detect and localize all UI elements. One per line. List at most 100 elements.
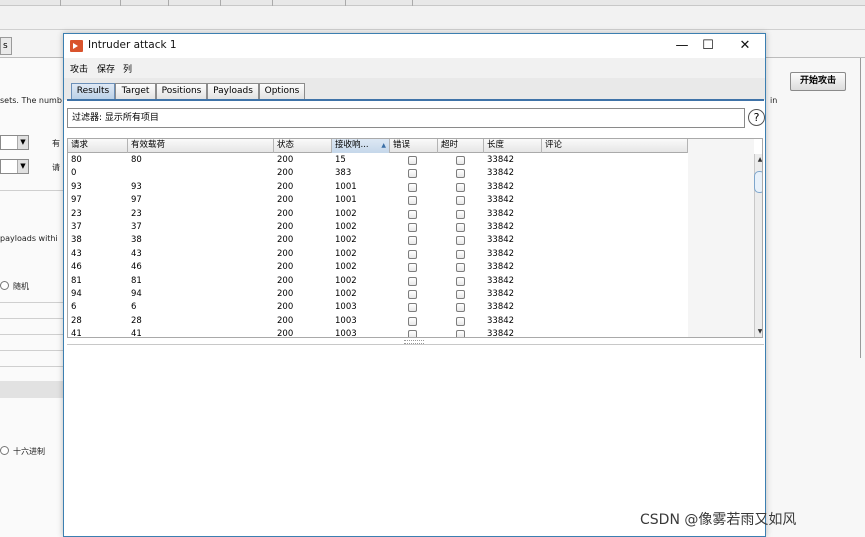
title-bar[interactable]: Intruder attack 1 — ☐ ✕ xyxy=(64,34,765,58)
cell-request: 38 xyxy=(71,235,82,246)
timeout-checkbox xyxy=(456,316,465,326)
column-header-timeout[interactable]: 超时 xyxy=(438,139,484,153)
error-checkbox xyxy=(408,209,417,219)
error-checkbox xyxy=(408,223,417,232)
cell-length: 33842 xyxy=(487,275,515,286)
table-row[interactable]: 93 93 200 1001 33842 xyxy=(68,181,688,194)
cell-status: 200 xyxy=(277,168,294,179)
cell-request: 80 xyxy=(71,155,82,165)
cell-length: 33842 xyxy=(487,208,515,219)
scroll-up-icon[interactable]: ▲ xyxy=(756,156,762,164)
scrollbar-thumb[interactable] xyxy=(754,171,762,193)
maximize-button[interactable]: ☐ xyxy=(694,36,722,56)
cell-request: 94 xyxy=(71,289,82,299)
background-right-panel xyxy=(765,58,865,537)
column-header-comment[interactable]: 评论 xyxy=(542,139,688,153)
table-empty-area xyxy=(688,139,754,337)
cell-status: 200 xyxy=(277,315,294,326)
column-header-error[interactable]: 错误 xyxy=(390,139,438,153)
cell-length: 33842 xyxy=(487,168,515,179)
table-row[interactable]: 97 97 200 1001 33842 xyxy=(68,194,688,207)
timeout-checkbox xyxy=(456,249,465,259)
cell-request: 6 xyxy=(71,302,77,313)
background-selected-row xyxy=(0,381,64,398)
vertical-scrollbar[interactable]: ▲ ▼ xyxy=(754,154,762,337)
cell-request: 0 xyxy=(71,168,77,179)
cell-payload: 97 xyxy=(131,195,142,206)
timeout-checkbox xyxy=(456,209,465,219)
error-checkbox xyxy=(408,156,417,165)
radio-hex-label: 十六进制 xyxy=(13,447,45,456)
timeout-checkbox xyxy=(456,330,465,337)
table-header: 请求 有效载荷 状态 接收响... ▲ 错误 超时 长度 评论 xyxy=(68,139,688,153)
cell-received: 1002 xyxy=(335,248,357,259)
cell-payload: 81 xyxy=(131,275,142,286)
filter-bar[interactable]: 过滤器: 显示所有项目 xyxy=(67,108,745,128)
scroll-down-icon[interactable]: ▼ xyxy=(756,328,762,336)
table-row[interactable]: 43 43 200 1002 33842 xyxy=(68,248,688,261)
column-header-received[interactable]: 接收响... ▲ xyxy=(332,139,390,153)
timeout-checkbox xyxy=(456,223,465,232)
background-left-tab[interactable]: s xyxy=(0,37,12,55)
cell-received: 1002 xyxy=(335,262,357,273)
table-row[interactable]: 41 41 200 1003 33842 xyxy=(68,328,688,338)
table-row[interactable]: 38 38 200 1002 33842 xyxy=(68,234,688,247)
cell-payload: 37 xyxy=(131,222,142,232)
tab-positions[interactable]: Positions xyxy=(156,83,207,100)
help-icon[interactable]: ? xyxy=(748,109,765,126)
menu-attack[interactable]: 攻击 xyxy=(70,62,88,75)
cell-received: 1003 xyxy=(335,329,357,338)
cell-request: 28 xyxy=(71,315,82,326)
divider xyxy=(0,318,64,319)
cell-payload: 6 xyxy=(131,302,137,313)
cell-received: 1003 xyxy=(335,315,357,326)
menu-columns[interactable]: 列 xyxy=(123,62,132,75)
payload-set-dropdown[interactable]: ▼ xyxy=(0,135,29,150)
cell-request: 97 xyxy=(71,195,82,206)
timeout-checkbox xyxy=(456,236,465,246)
cell-payload: 94 xyxy=(131,289,142,299)
cell-length: 33842 xyxy=(487,155,515,165)
timeout-checkbox xyxy=(456,276,465,286)
cell-received: 1002 xyxy=(335,235,357,246)
column-header-payload[interactable]: 有效载荷 xyxy=(128,139,274,153)
error-checkbox xyxy=(408,236,417,246)
column-header-received-label: 接收响... xyxy=(335,140,369,150)
results-table: 请求 有效载荷 状态 接收响... ▲ 错误 超时 长度 评论 80 80 20… xyxy=(67,138,763,338)
cell-length: 33842 xyxy=(487,195,515,206)
column-header-request[interactable]: 请求 xyxy=(68,139,128,153)
close-button[interactable]: ✕ xyxy=(731,36,759,56)
table-row[interactable]: 80 80 200 15 33842 xyxy=(68,154,688,167)
burp-app-icon xyxy=(70,40,83,52)
cell-status: 200 xyxy=(277,289,294,299)
cell-status: 200 xyxy=(277,181,294,192)
table-row[interactable]: 46 46 200 1002 33842 xyxy=(68,261,688,274)
table-row[interactable]: 23 23 200 1002 33842 xyxy=(68,208,688,221)
radio-hex[interactable] xyxy=(0,446,9,455)
table-row[interactable]: 0 200 383 33842 xyxy=(68,167,688,180)
radio-random[interactable] xyxy=(0,281,9,290)
table-row[interactable]: 28 28 200 1003 33842 xyxy=(68,315,688,328)
start-attack-button[interactable]: 开始攻击 xyxy=(790,72,846,91)
table-row[interactable]: 37 37 200 1002 33842 xyxy=(68,221,688,234)
cell-request: 41 xyxy=(71,329,82,338)
table-row[interactable]: 94 94 200 1002 33842 xyxy=(68,288,688,301)
cell-request: 43 xyxy=(71,248,82,259)
table-row[interactable]: 6 6 200 1003 33842 xyxy=(68,301,688,314)
column-header-status[interactable]: 状态 xyxy=(274,139,332,153)
error-checkbox xyxy=(408,303,417,313)
tab-results[interactable]: Results xyxy=(71,83,115,100)
error-checkbox xyxy=(408,330,417,337)
table-row[interactable]: 81 81 200 1002 33842 xyxy=(68,275,688,288)
tab-options[interactable]: Options xyxy=(259,83,305,100)
cell-status: 200 xyxy=(277,329,294,338)
tab-payloads[interactable]: Payloads xyxy=(207,83,259,100)
payload-type-dropdown[interactable]: ▼ xyxy=(0,159,29,174)
cell-status: 200 xyxy=(277,208,294,219)
divider xyxy=(0,190,64,191)
menu-save[interactable]: 保存 xyxy=(97,62,115,75)
minimize-button[interactable]: — xyxy=(668,36,696,56)
column-header-length[interactable]: 长度 xyxy=(484,139,542,153)
timeout-checkbox xyxy=(456,182,465,192)
tab-target[interactable]: Target xyxy=(115,83,156,100)
